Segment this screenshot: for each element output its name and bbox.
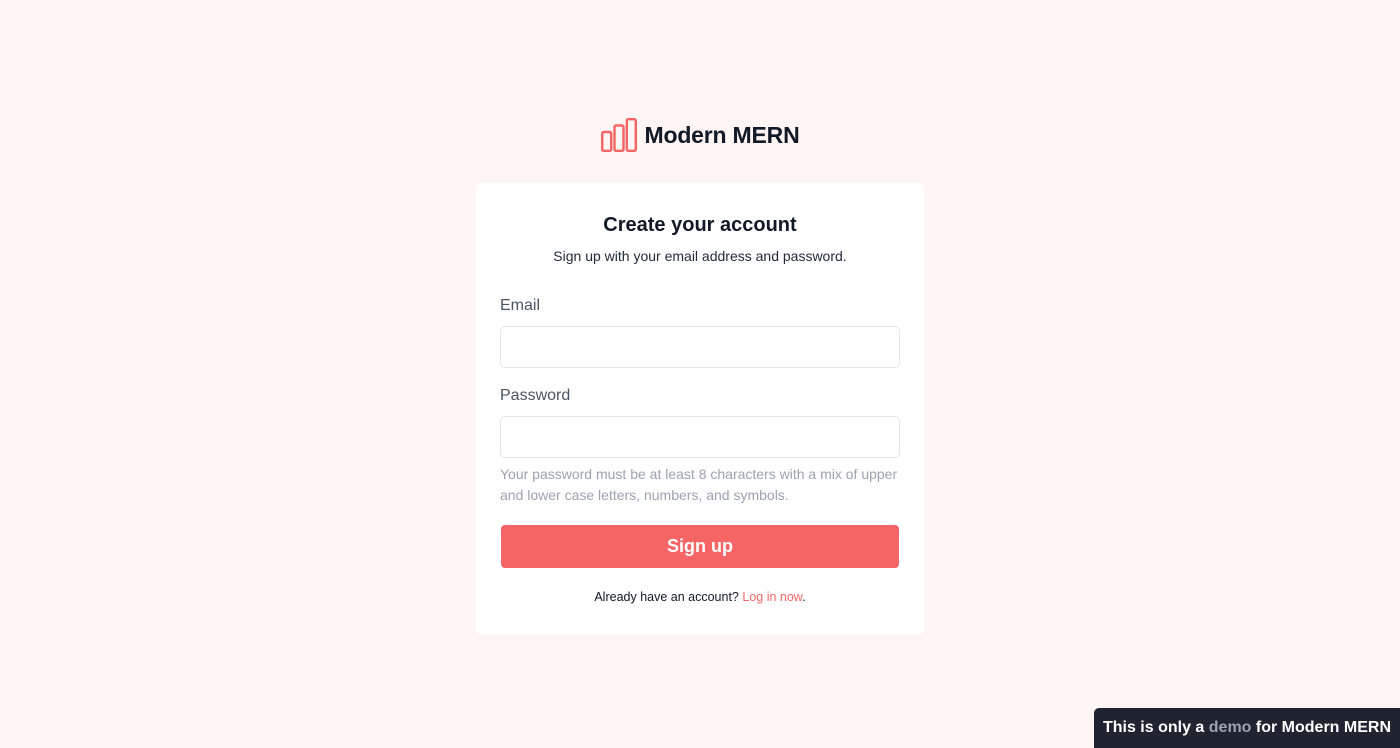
bar-chart-icon: [600, 118, 637, 152]
demo-banner-highlight: demo: [1208, 719, 1252, 736]
login-prompt-line: Already have an account? Log in now.: [476, 590, 924, 604]
email-field[interactable]: [500, 326, 900, 368]
login-suffix: .: [802, 590, 806, 604]
demo-banner: This is only a demo for Modern MERN: [1094, 708, 1400, 748]
password-field[interactable]: [500, 416, 900, 458]
demo-banner-suffix: for Modern MERN: [1255, 719, 1392, 736]
email-label: Email: [500, 297, 541, 314]
brand-header: Modern MERN: [0, 118, 1400, 152]
sign-up-button[interactable]: Sign up: [501, 525, 899, 568]
login-prompt-text: Already have an account?: [594, 590, 739, 604]
brand-name: Modern MERN: [644, 121, 800, 148]
demo-banner-prefix: This is only a: [1102, 719, 1205, 736]
signup-card: Create your account Sign up with your em…: [476, 183, 924, 635]
login-link[interactable]: Log in now: [742, 590, 802, 604]
password-label: Password: [500, 387, 571, 404]
page-title: Create your account: [603, 214, 797, 236]
password-hint: Your password must be at least 8 charact…: [500, 466, 898, 503]
page-subtitle: Sign up with your email address and pass…: [553, 248, 847, 264]
